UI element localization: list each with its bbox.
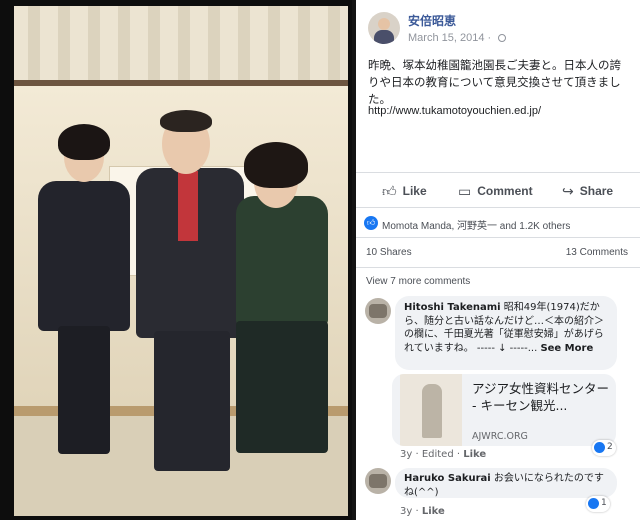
commenter-name[interactable]: Haruko Sakurai [404,473,491,484]
post-action-bar: 👍︎ Like ▭ Comment ↪ Share [356,172,640,208]
comment-meta: 3y · Edited · Like [400,449,486,460]
comment-timestamp[interactable]: 3y · [400,506,422,517]
reactions-row[interactable]: 👍︎ Momota Manda, 河野英一 and 1.2K others [356,208,640,238]
like-button[interactable]: 👍︎ Like [382,181,427,201]
post-header: 安倍昭恵 March 15, 2014 · [356,0,640,56]
comment-icon: ▭ [458,182,472,199]
like-reaction-icon [588,498,599,509]
commenter-avatar[interactable] [365,298,391,324]
commenter-name[interactable]: Hitoshi Takenami [404,302,501,313]
post-date-text: March 15, 2014 · [408,32,495,44]
link-preview-image [400,374,462,446]
comments-count[interactable]: 13 Comments [566,247,628,258]
link-preview-domain: AJWRC.ORG [472,431,528,442]
comment-like-button[interactable]: Like [463,449,486,460]
comment-text-tail: ----- ↓ -----... [476,342,541,354]
post-photo[interactable] [14,6,348,516]
post-date[interactable]: March 15, 2014 · [408,32,507,44]
photo-frame [0,0,352,520]
comment-content: Hitoshi Takenami 昭和49年(1974)だから、随分と古い話なん… [404,301,608,355]
comment-like-count[interactable]: 2 [592,440,616,456]
comment-likes-number: 1 [601,498,607,508]
comment-content: Haruko Sakurai お会いになられたのですね(^^) [404,472,608,499]
commenter-avatar[interactable] [365,468,391,494]
post-author-name[interactable]: 安倍昭恵 [408,12,456,29]
like-label: Like [402,184,427,198]
globe-icon [498,34,507,42]
like-reaction-icon [594,442,605,453]
link-preview-title: アジア女性資料センター - キーセン観光... [472,381,610,413]
comment-timestamp[interactable]: 3y · Edited · [400,449,463,460]
comment-bubble: Haruko Sakurai お会いになられたのですね(^^) [395,468,617,498]
comment-label: Comment [477,184,533,198]
comment-meta: 3y · Like [400,506,445,517]
share-icon: ↪ [562,182,574,199]
like-reaction-icon: 👍︎ [364,216,378,230]
shares-count[interactable]: 10 Shares [366,247,412,258]
comment-button[interactable]: ▭ Comment [458,181,533,201]
view-more-comments[interactable]: View 7 more comments [366,276,470,287]
see-more-link[interactable]: See More [540,343,593,354]
link-preview-card[interactable]: アジア女性資料センター - キーセン観光... AJWRC.ORG [392,374,616,446]
author-avatar[interactable] [368,12,400,44]
reactions-summary: Momota Manda, 河野英一 and 1.2K others [382,221,571,232]
post-link[interactable]: http://www.tukamotoyouchien.ed.jp/ [368,105,541,117]
post-body-text: 昨晩、塚本幼稚園籠池園長ご夫妻と。日本人の誇りや日本の教育について意見交換させて… [368,60,621,106]
shoji-wall [14,6,348,80]
comment-bubble: Hitoshi Takenami 昭和49年(1974)だから、随分と古い話なん… [395,296,617,370]
thumbs-up-icon: 👍︎ [382,182,397,199]
share-label: Share [579,184,614,198]
comment-like-count[interactable]: 1 [586,496,610,512]
counts-row: 10 Shares 13 Comments [356,238,640,268]
comment-like-button[interactable]: Like [422,506,445,517]
share-button[interactable]: ↪ Share [562,181,613,201]
comment-likes-number: 2 [607,442,613,452]
